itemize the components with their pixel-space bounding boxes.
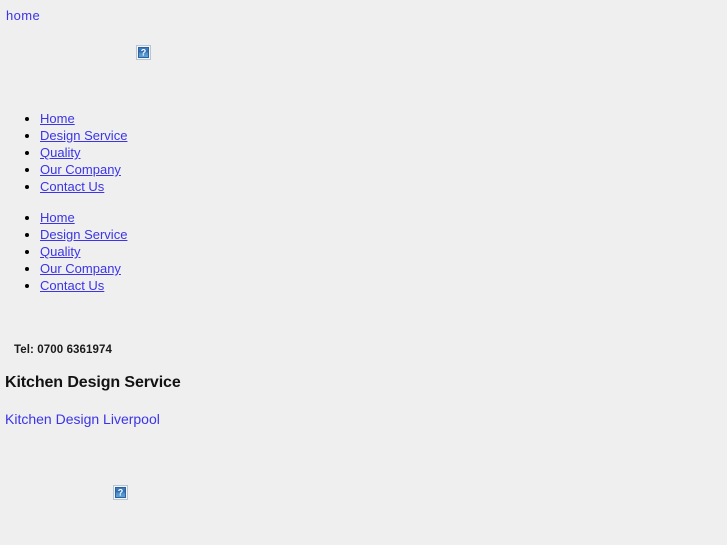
broken-image-icon-footer[interactable]: ? (113, 485, 128, 500)
nav-item-home[interactable]: Home (40, 111, 75, 126)
nav-item-quality[interactable]: Quality (40, 145, 80, 160)
telephone-text: Tel: 0700 6361974 (14, 344, 113, 356)
list-item: Contact Us (40, 178, 127, 195)
nav-item-our-company[interactable]: Our Company (40, 162, 121, 177)
list-item: Home (40, 110, 127, 127)
question-mark-glyph: ? (140, 47, 147, 57)
page-title: Kitchen Design Service (5, 374, 181, 391)
list-item: Quality (40, 144, 127, 161)
list-item: Quality (40, 243, 127, 260)
broken-image-icon-header[interactable]: ? (136, 45, 151, 60)
nav-item-contact-us[interactable]: Contact Us (40, 179, 104, 194)
footer-kitchen-design-liverpool-link[interactable]: Kitchen Design Liverpool (5, 411, 160, 427)
secondary-navigation-list: Home Design Service Quality Our Company … (0, 209, 127, 294)
nav2-item-home[interactable]: Home (40, 210, 75, 225)
list-item: Our Company (40, 260, 127, 277)
nav2-item-contact-us[interactable]: Contact Us (40, 278, 104, 293)
list-item: Contact Us (40, 277, 127, 294)
list-item: Design Service (40, 127, 127, 144)
nav2-item-our-company[interactable]: Our Company (40, 261, 121, 276)
list-item: Design Service (40, 226, 127, 243)
list-item: Home (40, 209, 127, 226)
top-home-link[interactable]: home (6, 8, 40, 23)
nav2-item-design-service[interactable]: Design Service (40, 227, 127, 242)
question-mark-glyph: ? (117, 487, 124, 497)
nav-item-design-service[interactable]: Design Service (40, 128, 127, 143)
list-item: Our Company (40, 161, 127, 178)
nav2-item-quality[interactable]: Quality (40, 244, 80, 259)
primary-navigation-list: Home Design Service Quality Our Company … (0, 110, 127, 195)
